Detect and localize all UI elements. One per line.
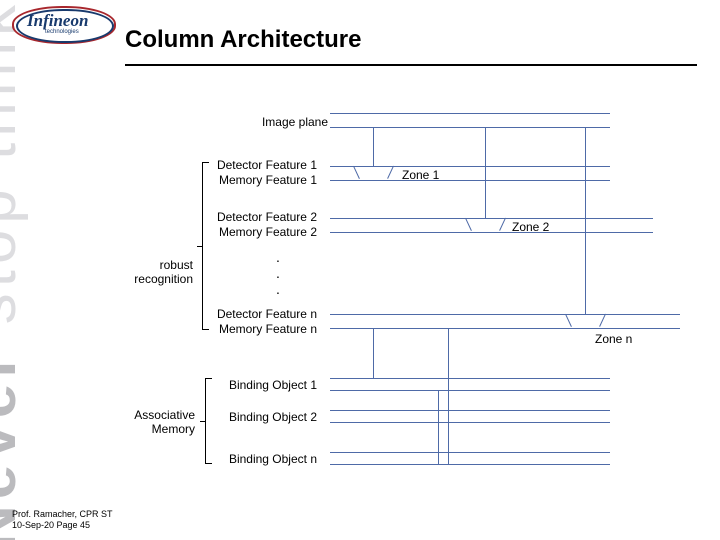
line-bind2-top [330,410,610,411]
label-zone-1: Zone 1 [402,168,439,182]
line-image-plane-top [330,113,610,114]
line-bindn-bot [330,464,610,465]
vconn [585,127,586,314]
label-detector-feature-2: Detector Feature 2 [157,210,317,225]
side-label-assoc-1: Associative [105,408,195,422]
slide-footer: Prof. Ramacher, CPR ST 10-Sep-20 Page 45 [12,509,113,530]
architecture-diagram: Image plane Detector Feature 1 Memory Fe… [0,0,720,540]
tick-z1-r [387,166,394,179]
line-feat2-top [330,218,653,219]
vconn [373,328,374,378]
line-bind1-top [330,378,610,379]
tick-z1-l [353,166,360,179]
tick-z2-l [465,218,472,231]
label-memory-feature-2: Memory Feature 2 [157,225,317,240]
line-featn-bot [330,328,680,329]
tick-zn-r [599,314,606,327]
label-zone-2: Zone 2 [512,220,549,234]
label-detector-feature-1: Detector Feature 1 [157,158,317,173]
label-zone-n: Zone n [595,332,632,346]
line-feat2-bot [330,232,653,233]
brace-robust [202,162,213,330]
label-binding-object-n: Binding Object n [157,452,317,467]
dots-icon: . [276,250,280,264]
side-label-robust-1: robust [103,258,193,272]
line-feat1-bot [330,180,610,181]
footer-line-1: Prof. Ramacher, CPR ST [12,509,113,519]
line-bind1-bot [330,390,610,391]
side-label-assoc-2: Memory [105,422,195,436]
label-binding-object-1: Binding Object 1 [157,378,317,393]
label-image-plane: Image plane [168,115,328,130]
line-bind2-bot [330,422,610,423]
vconn [438,390,439,464]
label-memory-feature-1: Memory Feature 1 [157,173,317,188]
vconn [448,328,449,464]
label-detector-feature-n: Detector Feature n [157,307,317,322]
side-label-robust-2: recognition [103,272,193,286]
vconn [373,127,374,166]
line-image-plane-bot [330,127,610,128]
tick-zn-l [565,314,572,327]
line-bindn-top [330,452,610,453]
dots-icon: . [276,282,280,296]
line-feat1-top [330,166,610,167]
label-memory-feature-n: Memory Feature n [157,322,317,337]
vconn [485,127,486,218]
brace-assoc [205,378,216,464]
dots-icon: . [276,266,280,280]
line-featn-top [330,314,680,315]
tick-z2-r [499,218,506,231]
footer-line-2: 10-Sep-20 Page 45 [12,520,113,530]
